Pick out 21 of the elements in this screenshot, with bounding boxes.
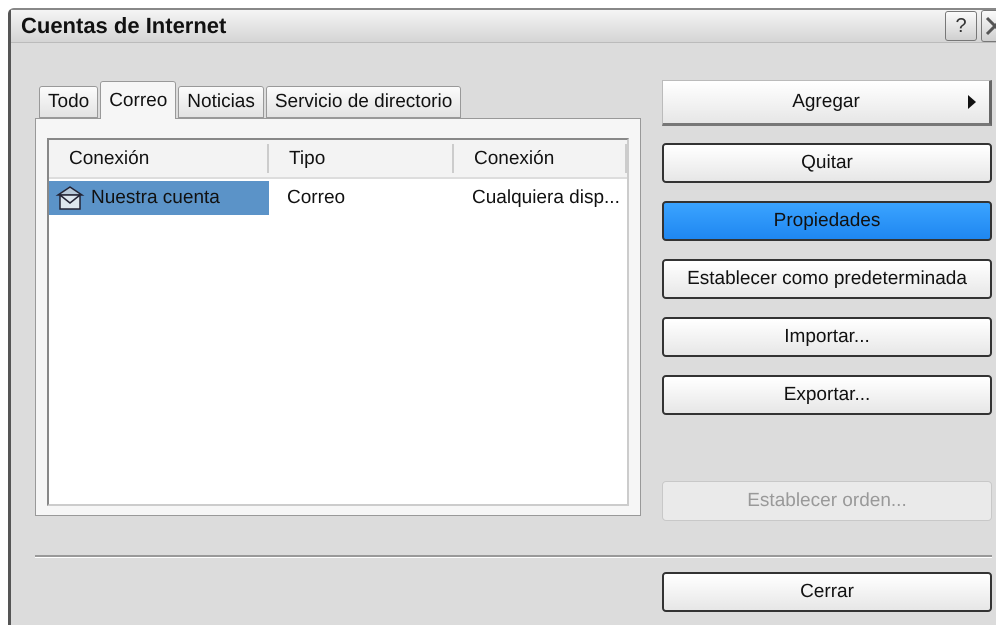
window-title: Cuentas de Internet	[21, 13, 228, 39]
push-button[interactable]: Establecer como predeterminada	[662, 259, 992, 299]
caret-icon	[967, 94, 977, 110]
column-header[interactable]: Tipo	[269, 144, 454, 173]
push-button[interactable]: Exportar...	[662, 375, 992, 415]
account-icon	[55, 185, 85, 211]
help-button[interactable]: ?	[945, 11, 977, 41]
tab[interactable]: Noticias	[178, 86, 264, 118]
column-header[interactable]: Conexión	[49, 144, 269, 173]
tab[interactable]: Servicio de directorio	[266, 86, 462, 118]
menu-button[interactable]: Agregar	[662, 80, 992, 126]
tab[interactable]: Todo	[39, 86, 98, 118]
tab[interactable]: Correo	[100, 81, 176, 119]
table-cell-text: Cualquiera disp...	[471, 187, 621, 209]
push-button[interactable]: Propiedades	[662, 201, 992, 241]
push-button[interactable]: Quitar	[662, 143, 992, 183]
push-button[interactable]: Importar...	[662, 317, 992, 357]
list-item[interactable]: Nuestra cuenta	[49, 181, 269, 215]
table-cell-text: Correo	[286, 187, 346, 209]
column-header[interactable]: Conexión	[454, 144, 627, 173]
close-button[interactable]: Cerrar	[662, 572, 992, 612]
